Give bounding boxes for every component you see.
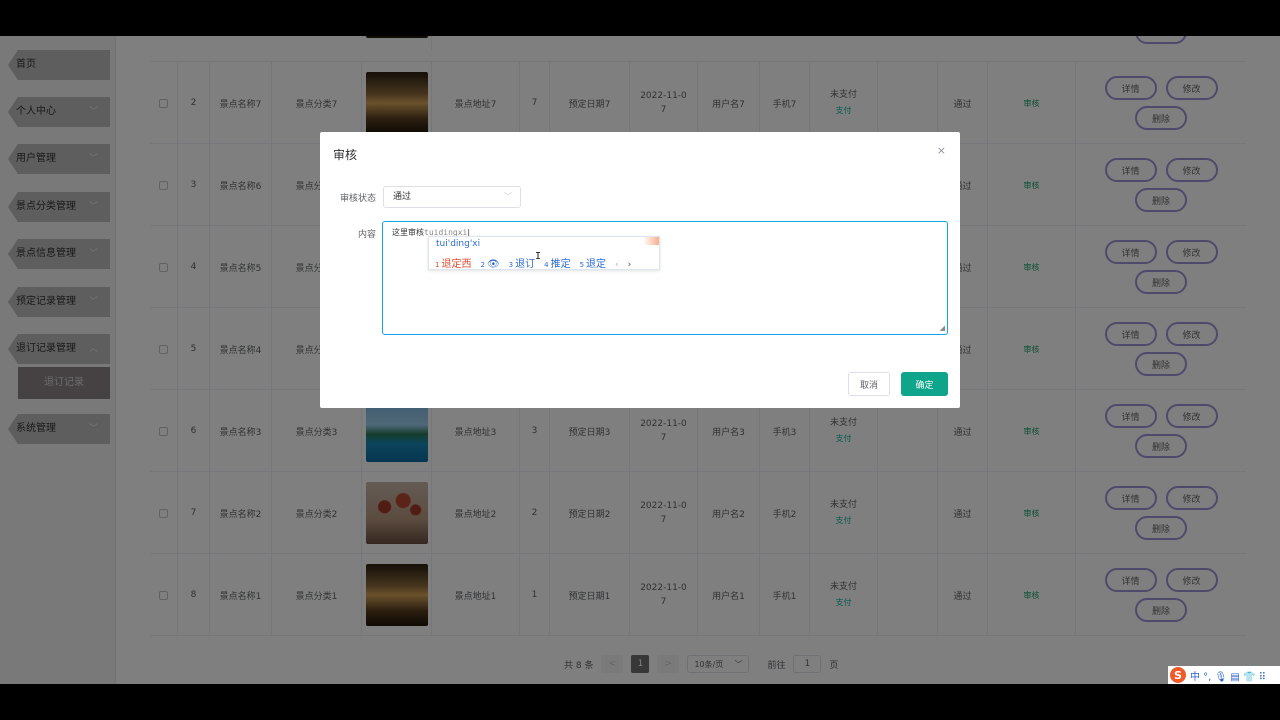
chevron-down-icon: ﹀: [504, 192, 512, 201]
ime-pinyin-text: tui'ding'xi: [436, 239, 481, 249]
ime-candidate-text: 退定: [586, 259, 607, 270]
content-label: 内容: [357, 230, 376, 240]
tray-icons[interactable]: 中 °, 🎙 ▤ 👕 ⠿: [1190, 668, 1266, 683]
ime-candidate-number: 1: [435, 261, 440, 269]
ime-candidate-window: tui'ding'xi 1 退定西 2 👁 3 退订 4 推定 5 退定 ‹ ›: [428, 236, 660, 270]
ime-candidate-text: 退定西: [441, 259, 472, 270]
text-cursor-icon: I: [535, 251, 542, 262]
ime-candidate-number: 2: [480, 261, 485, 269]
ime-candidate[interactable]: 3 退订: [509, 255, 535, 270]
ime-candidate-number: 3: [508, 261, 514, 269]
ime-candidate[interactable]: 5 退定: [580, 255, 606, 270]
letterbox-top: [0, 0, 1280, 36]
ime-candidate-text: 👁: [486, 259, 500, 270]
app-screen: 首页个人中心﹀用户管理﹀景点分类管理﹀景点信息管理﹀预定记录管理﹀退订记录管理︿…: [0, 36, 1280, 684]
status-select-value: 通过: [393, 192, 412, 202]
ime-candidates: 1 退定西 2 👁 3 退订 4 推定 5 退定 ‹ ›: [435, 255, 631, 270]
ime-candidate[interactable]: 2 👁: [480, 259, 499, 270]
ime-candidate-text: 退订: [515, 259, 536, 270]
dialog-title: 审核: [333, 148, 358, 162]
cancel-button[interactable]: 取消: [848, 372, 890, 396]
ime-skin-decoration: [643, 237, 659, 245]
ime-candidate[interactable]: 4 推定: [544, 255, 570, 270]
ime-candidate[interactable]: 1 退定西: [435, 255, 471, 270]
resize-handle-icon[interactable]: ◢: [940, 324, 945, 332]
close-icon[interactable]: ×: [937, 144, 946, 157]
audit-dialog: 审核 × 审核状态 通过 ﹀ 内容 这里审核tuidingxi| ◢ 取消 确定…: [320, 132, 960, 408]
ime-next-page-icon[interactable]: ›: [628, 260, 632, 270]
content-typed-text: 这里审核: [392, 228, 424, 237]
ime-tray: S 中 °, 🎙 ▤ 👕 ⠿: [1168, 666, 1280, 684]
ime-candidate-number: 4: [544, 261, 549, 269]
letterbox-bottom: [0, 684, 1280, 720]
status-label: 审核状态: [339, 194, 376, 204]
sogou-logo-icon[interactable]: S: [1170, 667, 1186, 683]
ime-candidate-text: 推定: [550, 259, 571, 270]
confirm-button[interactable]: 确定: [901, 372, 948, 396]
ime-prev-page-icon[interactable]: ‹: [615, 260, 619, 270]
status-select[interactable]: 通过 ﹀: [383, 186, 521, 208]
ime-candidate-number: 5: [579, 261, 585, 269]
